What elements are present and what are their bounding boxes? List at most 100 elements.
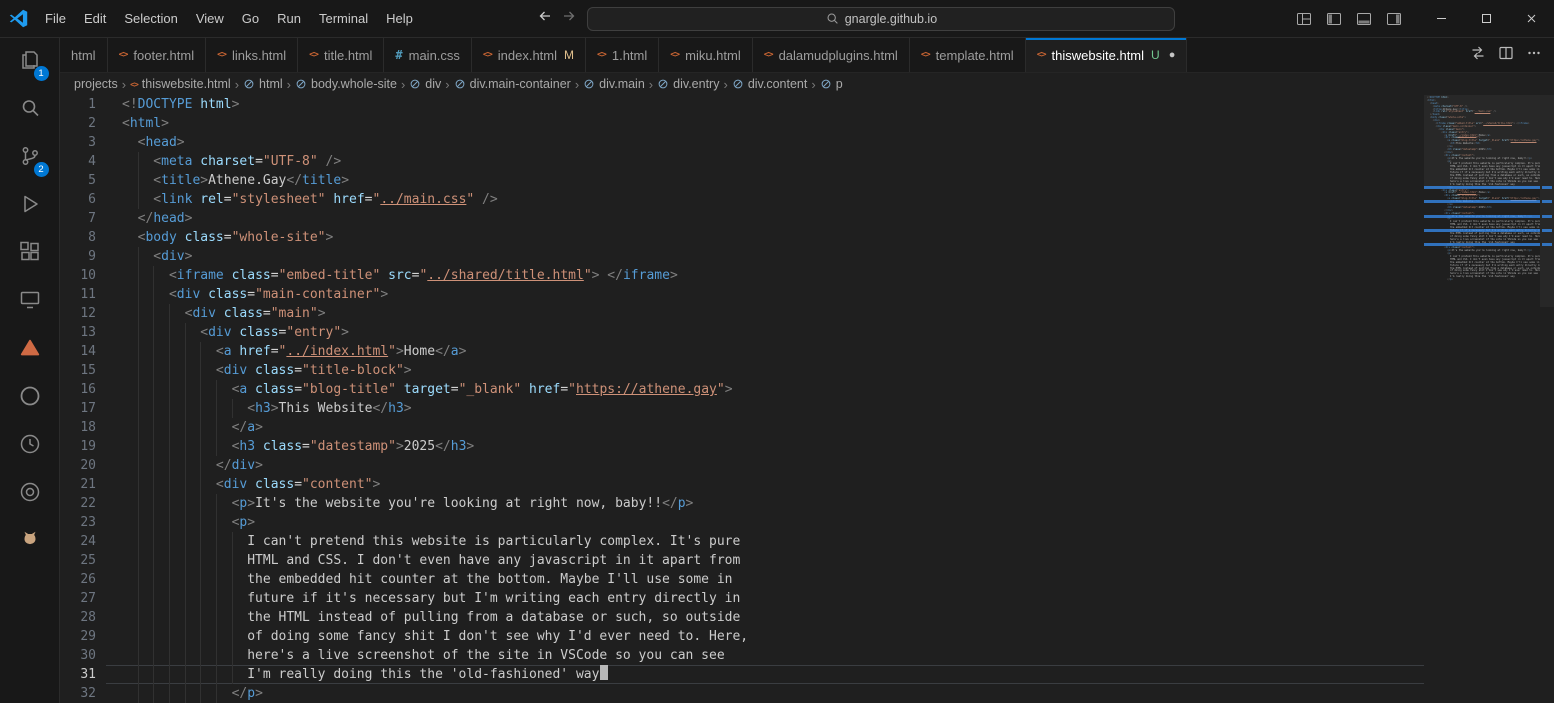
menu-edit[interactable]: Edit xyxy=(75,8,115,29)
code-line-2[interactable]: <html> xyxy=(106,114,1424,133)
indent-guide xyxy=(232,570,233,589)
minimap-slider[interactable] xyxy=(1424,95,1540,188)
breadcrumb-item-body.whole-site[interactable]: body.whole-site xyxy=(295,77,397,91)
code-line-5[interactable]: <title>Athene.Gay</title> xyxy=(106,171,1424,190)
tab-index.html[interactable]: <>index.htmlM xyxy=(472,38,586,72)
code-line-1[interactable]: <!DOCTYPE html> xyxy=(106,95,1424,114)
tab-1.html[interactable]: <>1.html xyxy=(586,38,659,72)
vertical-scrollbar[interactable] xyxy=(1540,95,1554,703)
menu-file[interactable]: File xyxy=(36,8,75,29)
open-changes-icon[interactable] xyxy=(1470,45,1486,66)
code-line-10[interactable]: <iframe class="embed-title" src="../shar… xyxy=(106,266,1424,285)
indent-guide xyxy=(138,494,139,513)
window-controls xyxy=(1419,0,1554,37)
code-line-8[interactable]: <body class="whole-site"> xyxy=(106,228,1424,247)
code-line-27[interactable]: future if it's necessary but I'm writing… xyxy=(106,589,1424,608)
menu-view[interactable]: View xyxy=(187,8,233,29)
maximize-button[interactable] xyxy=(1464,0,1509,37)
close-button[interactable] xyxy=(1509,0,1554,37)
breadcrumb-item-p[interactable]: p xyxy=(820,77,843,91)
forward-button[interactable] xyxy=(561,8,577,29)
minimap[interactable]: <!DOCTYPE html><html> <head> <meta chars… xyxy=(1424,95,1540,703)
menu-help[interactable]: Help xyxy=(377,8,422,29)
activity-remote-explorer[interactable] xyxy=(0,278,60,326)
tab-links.html[interactable]: <>links.html xyxy=(206,38,298,72)
indent-guide xyxy=(185,399,186,418)
code-line-17[interactable]: <h3>This Website</h3> xyxy=(106,399,1424,418)
code-line-29[interactable]: of doing some fancy shit I don't see why… xyxy=(106,627,1424,646)
toggle-secondary-sidebar-icon[interactable] xyxy=(1381,6,1407,32)
code-line-24[interactable]: I can't pretend this website is particul… xyxy=(106,532,1424,551)
code-line-26[interactable]: the embedded hit counter at the bottom. … xyxy=(106,570,1424,589)
code-line-6[interactable]: <link rel="stylesheet" href="../main.css… xyxy=(106,190,1424,209)
indent-guide xyxy=(200,456,201,475)
code-line-11[interactable]: <div class="main-container"> xyxy=(106,285,1424,304)
activity-search[interactable] xyxy=(0,86,60,134)
tab-html[interactable]: html xyxy=(60,38,108,72)
tab-footer.html[interactable]: <>footer.html xyxy=(108,38,207,72)
code-line-25[interactable]: HTML and CSS. I don't even have any java… xyxy=(106,551,1424,570)
split-editor-icon[interactable] xyxy=(1498,45,1514,66)
tab-main.css[interactable]: #main.css xyxy=(384,38,472,72)
breadcrumb-item-projects[interactable]: projects xyxy=(74,77,118,91)
symbol-element-icon xyxy=(732,78,744,90)
code-line-18[interactable]: </a> xyxy=(106,418,1424,437)
tab-label: thiswebsite.html xyxy=(1052,48,1144,63)
line-number: 25 xyxy=(60,551,106,570)
code-line-13[interactable]: <div class="entry"> xyxy=(106,323,1424,342)
toggle-panel-icon[interactable] xyxy=(1351,6,1377,32)
code-line-4[interactable]: <meta charset="UTF-8" /> xyxy=(106,152,1424,171)
customize-layout-icon[interactable] xyxy=(1291,6,1317,32)
indent-guide xyxy=(169,684,170,703)
command-center[interactable]: gnargle.github.io xyxy=(587,7,1175,31)
code-line-20[interactable]: </div> xyxy=(106,456,1424,475)
activity-clock-extension[interactable] xyxy=(0,422,60,470)
activity-explorer[interactable]: 1 xyxy=(0,38,60,86)
code-line-16[interactable]: <a class="blog-title" target="_blank" hr… xyxy=(106,380,1424,399)
code-line-31[interactable]: I'm really doing this the 'old-fashioned… xyxy=(106,665,1424,684)
code-line-23[interactable]: <p> xyxy=(106,513,1424,532)
more-actions-icon[interactable] xyxy=(1526,45,1542,66)
code-line-7[interactable]: </head> xyxy=(106,209,1424,228)
code-line-12[interactable]: <div class="main"> xyxy=(106,304,1424,323)
breadcrumb-item-div.main[interactable]: div.main xyxy=(583,77,645,91)
activity-circle-extension[interactable] xyxy=(0,470,60,518)
code-line-14[interactable]: <a href="../index.html">Home</a> xyxy=(106,342,1424,361)
activity-extensions[interactable] xyxy=(0,230,60,278)
code-line-30[interactable]: here's a live screenshot of the site in … xyxy=(106,646,1424,665)
activity-run-debug[interactable] xyxy=(0,182,60,230)
breadcrumb-item-thiswebsite.html[interactable]: <>thiswebsite.html xyxy=(130,77,231,91)
tab-thiswebsite.html[interactable]: <>thiswebsite.htmlU● xyxy=(1026,38,1188,72)
menu-run[interactable]: Run xyxy=(268,8,310,29)
breadcrumb-item-div.main-container[interactable]: div.main-container xyxy=(454,77,571,91)
code-area[interactable]: <!DOCTYPE html><html> <head> <meta chars… xyxy=(106,95,1424,703)
code-line-28[interactable]: the HTML instead of pulling from a datab… xyxy=(106,608,1424,627)
code-line-21[interactable]: <div class="content"> xyxy=(106,475,1424,494)
code-line-19[interactable]: <h3 class="datestamp">2025</h3> xyxy=(106,437,1424,456)
line-number: 16 xyxy=(60,380,106,399)
minimize-button[interactable] xyxy=(1419,0,1464,37)
indent-guide xyxy=(200,665,201,684)
tab-dalamudplugins.html[interactable]: <>dalamudplugins.html xyxy=(753,38,910,72)
code-line-22[interactable]: <p>It's the website you're looking at ri… xyxy=(106,494,1424,513)
code-line-32[interactable]: </p> xyxy=(106,684,1424,703)
activity-source-control[interactable]: 2 xyxy=(0,134,60,182)
activity-github[interactable] xyxy=(0,374,60,422)
menu-terminal[interactable]: Terminal xyxy=(310,8,377,29)
activity-triangle-extension[interactable] xyxy=(0,326,60,374)
activity-cat-extension[interactable] xyxy=(0,518,60,566)
code-line-9[interactable]: <div> xyxy=(106,247,1424,266)
code-line-15[interactable]: <div class="title-block"> xyxy=(106,361,1424,380)
code-line-3[interactable]: <head> xyxy=(106,133,1424,152)
tab-miku.html[interactable]: <>miku.html xyxy=(659,38,752,72)
breadcrumb-item-html[interactable]: html xyxy=(243,77,283,91)
menu-selection[interactable]: Selection xyxy=(115,8,186,29)
breadcrumb-item-div[interactable]: div xyxy=(409,77,441,91)
menu-go[interactable]: Go xyxy=(233,8,268,29)
breadcrumb-item-div.content[interactable]: div.content xyxy=(732,77,808,91)
breadcrumb-item-div.entry[interactable]: div.entry xyxy=(657,77,719,91)
back-button[interactable] xyxy=(537,8,553,29)
tab-template.html[interactable]: <>template.html xyxy=(910,38,1026,72)
toggle-primary-sidebar-icon[interactable] xyxy=(1321,6,1347,32)
tab-title.html[interactable]: <>title.html xyxy=(298,38,384,72)
